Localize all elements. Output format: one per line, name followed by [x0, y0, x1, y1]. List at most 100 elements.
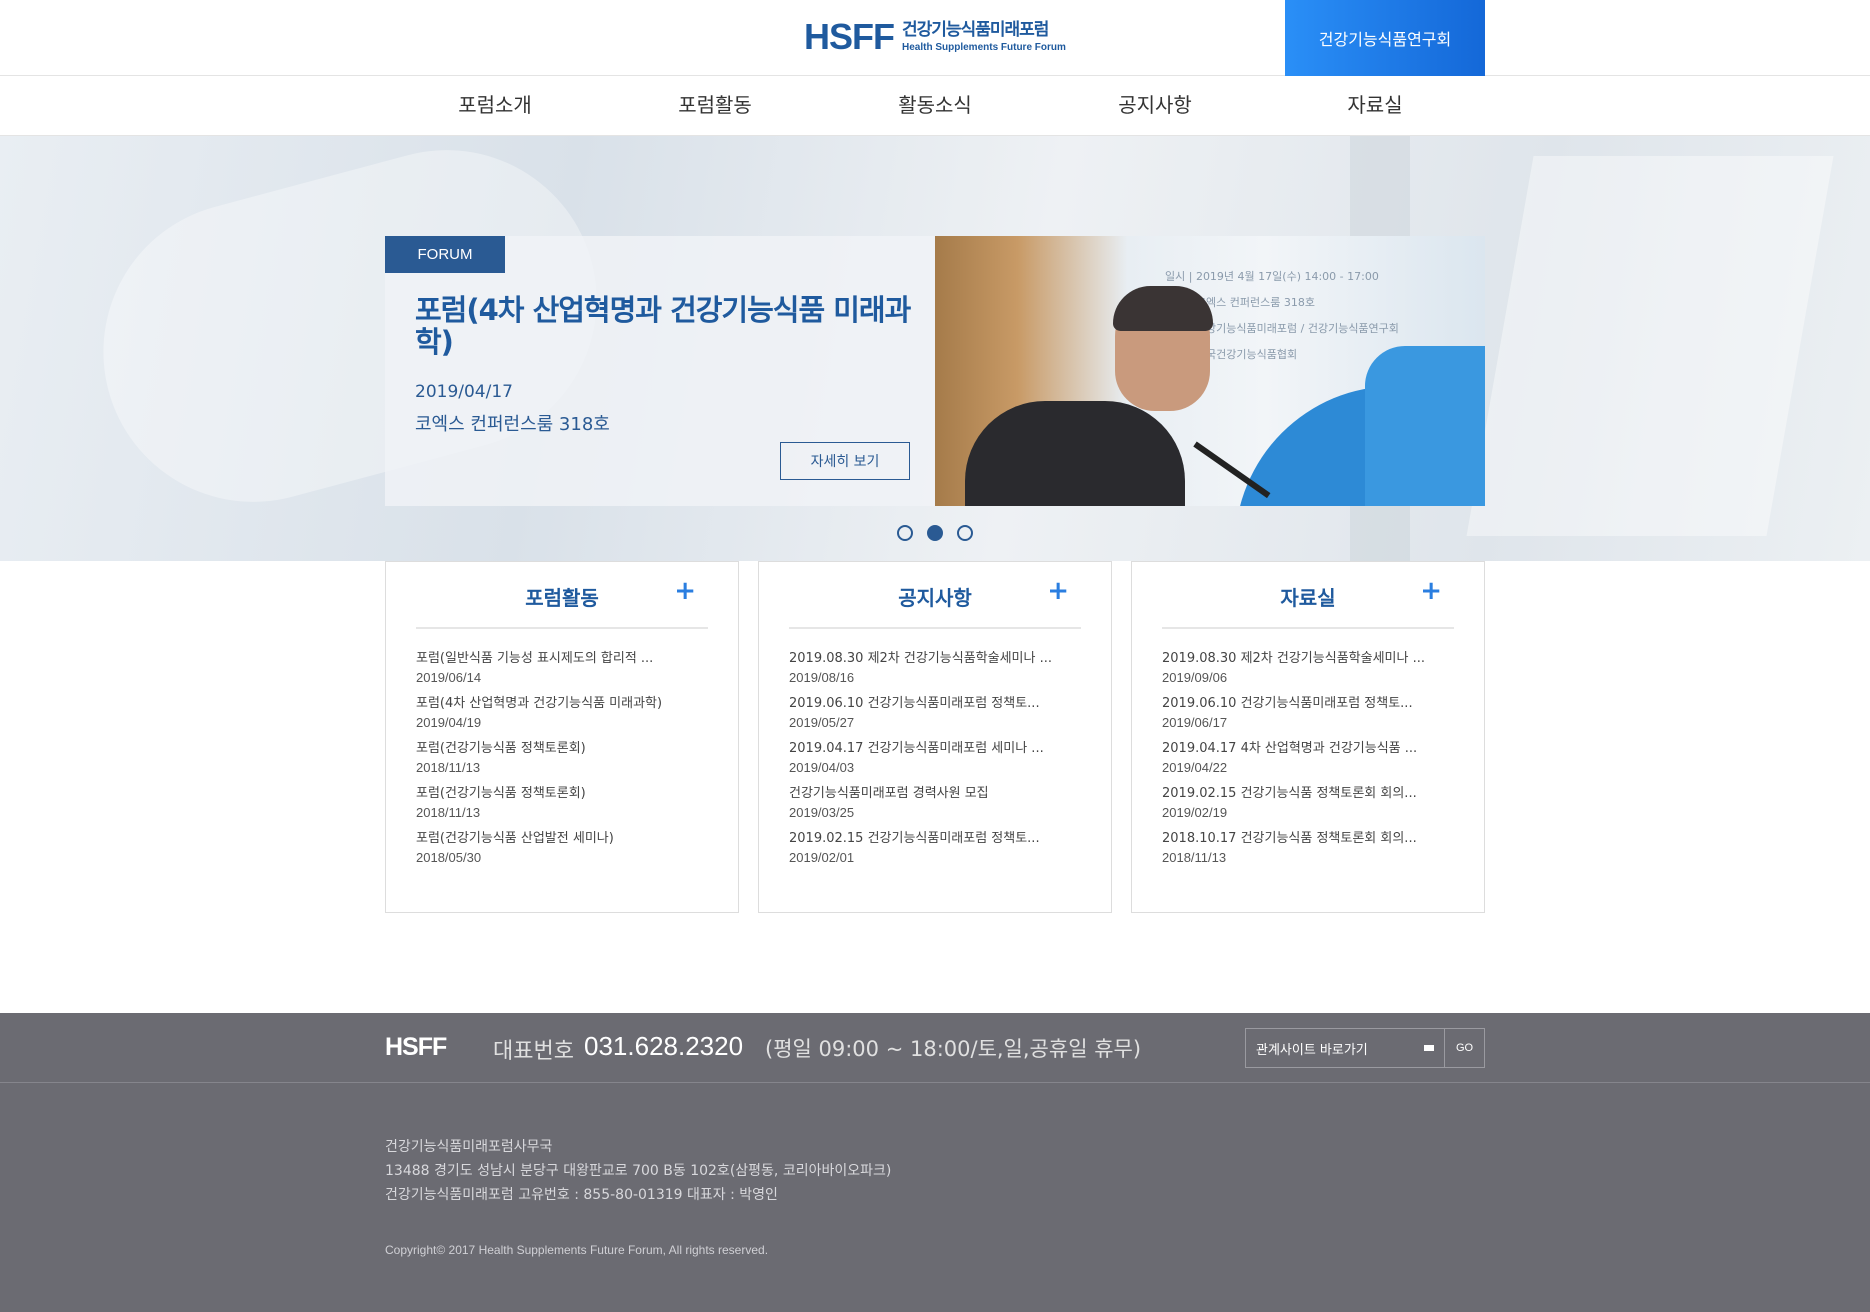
more-plus-icon[interactable]: +: [674, 578, 696, 604]
board-title[interactable]: 자료실: [1162, 582, 1454, 611]
phone-label: 대표번호: [493, 1039, 574, 1064]
item-title[interactable]: 2019.04.17 건강기능식품미래포럼 세미나 ...: [789, 740, 1089, 758]
footer-logo: HSFF: [385, 1033, 447, 1061]
item-date: 2019/04/03: [789, 760, 855, 775]
more-plus-icon[interactable]: +: [1047, 578, 1069, 604]
list-item[interactable]: 포럼(4차 산업혁명과 건강기능식품 미래과학) 2019/04/19: [416, 695, 716, 740]
item-date: 2019/05/27: [789, 715, 855, 730]
item-date: 2019/02/01: [789, 850, 855, 865]
item-date: 2019/08/16: [789, 670, 855, 685]
board-title[interactable]: 공지사항: [789, 582, 1081, 611]
item-title[interactable]: 2019.02.15 건강기능식품미래포럼 정책토...: [789, 830, 1089, 848]
speaker-photo: [965, 286, 1271, 506]
nav-item-archive[interactable]: 자료실: [1265, 76, 1485, 136]
item-title[interactable]: 2019.06.10 건강기능식품미래포럼 정책토...: [1162, 695, 1462, 713]
slide-title[interactable]: 포럼(4차 산업혁명과 건강기능식품 미래과학): [415, 294, 915, 358]
item-date: 2019/04/19: [416, 715, 482, 730]
board-list: 2019.08.30 제2차 건강기능식품학술세미나 ... 2019/09/06…: [1162, 650, 1462, 875]
list-item[interactable]: 2019.06.10 건강기능식품미래포럼 정책토... 2019/05/27: [789, 695, 1089, 740]
item-title[interactable]: 2019.06.10 건강기능식품미래포럼 정책토...: [789, 695, 1089, 713]
logo-english-name: Health Supplements Future Forum: [902, 41, 1066, 53]
board-list: 2019.08.30 제2차 건강기능식품학술세미나 ... 2019/08/16…: [789, 650, 1089, 875]
list-item[interactable]: 2019.08.30 제2차 건강기능식품학술세미나 ... 2019/09/06: [1162, 650, 1462, 695]
list-item[interactable]: 포럼(건강기능식품 정책토론회) 2018/11/13: [416, 785, 716, 830]
slide-info-panel: FORUM 포럼(4차 산업혁명과 건강기능식품 미래과학) 2019/04/1…: [385, 236, 935, 506]
logo-korean-name: 건강기능식품미래포럼: [902, 19, 1049, 40]
slide-photo: 일시 | 2019년 4월 17일(수) 14:00 - 17:00 장소 | …: [935, 236, 1485, 506]
item-title[interactable]: 2019.04.17 4차 산업혁명과 건강기능식품 ...: [1162, 740, 1462, 758]
go-button[interactable]: GO: [1444, 1028, 1485, 1068]
item-title[interactable]: 2019.02.15 건강기능식품 정책토론회 회의...: [1162, 785, 1462, 803]
nav-item-activity-news[interactable]: 활동소식: [825, 76, 1045, 136]
board-title[interactable]: 포럼활동: [416, 582, 708, 611]
speaker-body: [965, 401, 1185, 506]
hero-background-shape: [1466, 156, 1834, 536]
board-header: 포럼활동 +: [416, 562, 708, 629]
board-header: 자료실 +: [1162, 562, 1454, 629]
item-date: 2018/11/13: [416, 760, 481, 775]
item-date: 2018/11/13: [416, 805, 481, 820]
copyright: Copyright© 2017 Health Supplements Futur…: [385, 1243, 769, 1257]
item-title[interactable]: 포럼(일반식품 기능성 표시제도의 합리적 ...: [416, 650, 716, 668]
site-logo[interactable]: HSFF 건강기능식품미래포럼 Health Supplements Futur…: [804, 16, 1066, 57]
related-sites-select[interactable]: 관계사이트 바로가기: [1245, 1028, 1445, 1068]
board-archive: 자료실 + 2019.08.30 제2차 건강기능식품학술세미나 ... 2019…: [1131, 561, 1485, 913]
board-section: 포럼활동 + 포럼(일반식품 기능성 표시제도의 합리적 ... 2019/06/…: [385, 561, 1485, 913]
logo-text: 건강기능식품미래포럼 Health Supplements Future For…: [902, 19, 1066, 53]
footer-contact-bar: HSFF 대표번호 031.628.2320 (평일 09:00 ~ 18:00…: [0, 1013, 1870, 1083]
nav-item-forum-intro[interactable]: 포럼소개: [385, 76, 605, 136]
list-item[interactable]: 2019.02.15 건강기능식품 정책토론회 회의... 2019/02/19: [1162, 785, 1462, 830]
slide-dot-3[interactable]: [957, 525, 973, 541]
slide-dot-2[interactable]: [927, 525, 943, 541]
list-item[interactable]: 포럼(건강기능식품 정책토론회) 2018/11/13: [416, 740, 716, 785]
header: HSFF 건강기능식품미래포럼 Health Supplements Futur…: [0, 0, 1870, 76]
item-date: 2018/05/30: [416, 850, 482, 865]
slide-place: 코엑스 컨퍼런스룸 318호: [415, 414, 610, 435]
item-title[interactable]: 포럼(건강기능식품 정책토론회): [416, 740, 716, 758]
phone-number: 031.628.2320: [584, 1031, 744, 1061]
footer-address-block: 건강기능식품미래포럼사무국 13488 경기도 성남시 분당구 대왕판교로 70…: [385, 1135, 891, 1207]
list-item[interactable]: 건강기능식품미래포럼 경력사원 모집 2019/03/25: [789, 785, 1089, 830]
list-item[interactable]: 포럼(일반식품 기능성 표시제도의 합리적 ... 2019/06/14: [416, 650, 716, 695]
item-title[interactable]: 포럼(건강기능식품 정책토론회): [416, 785, 716, 803]
item-date: 2019/02/19: [1162, 805, 1228, 820]
item-date: 2019/06/17: [1162, 715, 1228, 730]
item-title[interactable]: 2018.10.17 건강기능식품 정책토론회 회의...: [1162, 830, 1462, 848]
list-item[interactable]: 2019.02.15 건강기능식품미래포럼 정책토... 2019/02/01: [789, 830, 1089, 875]
board-notice: 공지사항 + 2019.08.30 제2차 건강기능식품학술세미나 ... 201…: [758, 561, 1112, 913]
list-item[interactable]: 2019.04.17 4차 산업혁명과 건강기능식품 ... 2019/04/22: [1162, 740, 1462, 785]
registration-info: 건강기능식품미래포럼 고유번호 : 855-80-01319 대표자 : 박영인: [385, 1187, 778, 1203]
board-forum-activity: 포럼활동 + 포럼(일반식품 기능성 표시제도의 합리적 ... 2019/06/…: [385, 561, 739, 913]
slide-dot-1[interactable]: [897, 525, 913, 541]
slide-date: 2019/04/17: [415, 382, 513, 402]
speaker-hair: [1113, 286, 1213, 331]
more-plus-icon[interactable]: +: [1420, 578, 1442, 604]
forum-tag: FORUM: [385, 236, 505, 273]
list-item[interactable]: 2019.06.10 건강기능식품미래포럼 정책토... 2019/06/17: [1162, 695, 1462, 740]
board-list: 포럼(일반식품 기능성 표시제도의 합리적 ... 2019/06/14 포럼(4…: [416, 650, 716, 875]
slide-indicator: [897, 525, 973, 541]
item-date: 2019/09/06: [1162, 670, 1228, 685]
item-title[interactable]: 포럼(건강기능식품 산업발전 세미나): [416, 830, 716, 848]
board-header: 공지사항 +: [789, 562, 1081, 629]
dropdown-icon: [1424, 1045, 1434, 1051]
photo-banner-line: 일시 | 2019년 4월 17일(수) 14:00 - 17:00: [1165, 270, 1379, 283]
item-title[interactable]: 2019.08.30 제2차 건강기능식품학술세미나 ...: [1162, 650, 1462, 668]
item-title[interactable]: 2019.08.30 제2차 건강기능식품학술세미나 ...: [789, 650, 1089, 668]
office-name: 건강기능식품미래포럼사무국: [385, 1139, 553, 1155]
list-item[interactable]: 포럼(건강기능식품 산업발전 세미나) 2018/05/30: [416, 830, 716, 875]
view-detail-button[interactable]: 자세히 보기: [780, 442, 910, 480]
research-society-button[interactable]: 건강기능식품연구회: [1285, 0, 1485, 76]
nav-item-forum-activity[interactable]: 포럼활동: [605, 76, 825, 136]
nav-item-notice[interactable]: 공지사항: [1045, 76, 1265, 136]
item-date: 2019/06/14: [416, 670, 482, 685]
business-hours: (평일 09:00 ~ 18:00/토,일,공휴일 휴무): [765, 1037, 1142, 1061]
list-item[interactable]: 2019.04.17 건강기능식품미래포럼 세미나 ... 2019/04/03: [789, 740, 1089, 785]
item-date: 2019/04/22: [1162, 760, 1228, 775]
footer-info: 건강기능식품미래포럼사무국 13488 경기도 성남시 분당구 대왕판교로 70…: [0, 1083, 1870, 1312]
item-title[interactable]: 건강기능식품미래포럼 경력사원 모집: [789, 785, 1089, 803]
item-title[interactable]: 포럼(4차 산업혁명과 건강기능식품 미래과학): [416, 695, 716, 713]
list-item[interactable]: 2019.08.30 제2차 건강기능식품학술세미나 ... 2019/08/16: [789, 650, 1089, 695]
list-item[interactable]: 2018.10.17 건강기능식품 정책토론회 회의... 2018/11/13: [1162, 830, 1462, 875]
logo-mark: HSFF: [804, 16, 895, 57]
